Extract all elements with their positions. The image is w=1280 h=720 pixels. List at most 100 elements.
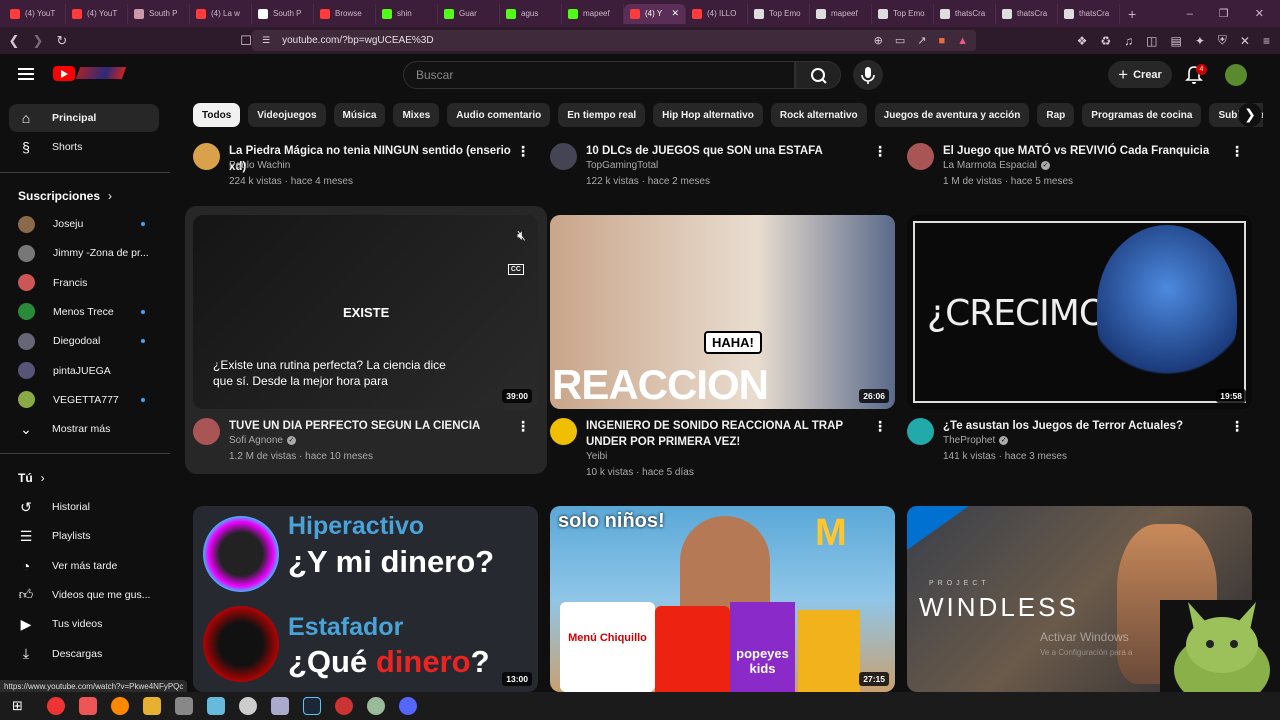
browser-tab[interactable]: (4) YouT: [66, 3, 128, 24]
taskbar-app-icon[interactable]: [206, 697, 225, 715]
filter-chip[interactable]: Videojuegos: [248, 103, 326, 127]
browser-tab[interactable]: thatsCra: [1058, 3, 1120, 24]
channel-name[interactable]: TopGamingTotal: [586, 160, 658, 171]
filter-chip[interactable]: Programas de cocina: [1082, 103, 1202, 127]
media-icon[interactable]: ♫: [1124, 34, 1133, 48]
video-title[interactable]: ¿Te asustan los Juegos de Terror Actuale…: [943, 418, 1233, 434]
minimize-icon[interactable]: –: [1187, 8, 1193, 20]
filter-chip[interactable]: En tiempo real: [558, 103, 646, 127]
channel-avatar[interactable]: [550, 143, 577, 170]
video-card[interactable]: HAHA! REACCION 26:06: [550, 215, 895, 409]
browser-tab[interactable]: Top Emo: [748, 3, 810, 24]
sidebar-item-download[interactable]: ⤓ Descargas: [9, 640, 159, 668]
subscriptions-heading[interactable]: Suscripciones ›: [18, 189, 112, 203]
browser-tab[interactable]: mapeef: [562, 3, 624, 24]
browser-tab[interactable]: Guar: [438, 3, 500, 24]
cast-icon[interactable]: ▭: [895, 34, 905, 47]
video-thumbnail[interactable]: HAHA! REACCION 26:06: [550, 215, 895, 409]
taskbar-app-icon[interactable]: [174, 697, 193, 715]
subscription-item[interactable]: Menos Trece: [9, 298, 159, 326]
search-button[interactable]: [795, 61, 841, 89]
url-text[interactable]: youtube.com/?bp=wgUCEAE%3D: [282, 35, 433, 46]
more-options-icon[interactable]: ⋮: [1230, 143, 1244, 160]
search-input[interactable]: [416, 68, 794, 82]
channel-name[interactable]: La Marmota Espacial: [943, 160, 1037, 171]
account-avatar[interactable]: [1225, 64, 1247, 86]
filter-chip[interactable]: Mixes: [393, 103, 440, 127]
create-button[interactable]: + Crear: [1108, 61, 1172, 88]
rewards-icon[interactable]: ▲: [957, 35, 968, 47]
browser-tab[interactable]: (4) La w: [190, 3, 252, 24]
sidebar-item-playlists[interactable]: ☰ Playlists: [9, 522, 159, 550]
filter-chip[interactable]: Rock alternativo: [770, 103, 867, 127]
video-title[interactable]: 10 DLCs de JUEGOS que SON una ESTAFA: [586, 143, 876, 159]
filter-chip[interactable]: Juegos de aventura y acción: [874, 103, 1030, 127]
browser-tab[interactable]: Browse: [314, 3, 376, 24]
subscription-item[interactable]: pintaJUEGA: [9, 357, 159, 385]
channel-avatar[interactable]: [550, 418, 577, 445]
browser-tab[interactable]: South P: [252, 3, 314, 24]
reload-icon[interactable]: ↻: [52, 33, 72, 49]
taskbar-app-icon[interactable]: [142, 697, 161, 715]
sidebar-item-thumbs-up[interactable]: 👍︎ Videos que me gus...: [9, 581, 159, 609]
browser-tab[interactable]: Top Emo: [872, 3, 934, 24]
you-heading[interactable]: Tú ›: [18, 471, 45, 485]
browser-tab[interactable]: South P: [128, 3, 190, 24]
video-thumbnail[interactable]: solo niños! M Menú Chiquillo popeyes kids 27…: [550, 506, 895, 692]
sidebar-item-play[interactable]: ▶ Tus videos: [9, 610, 159, 638]
vpn-icon[interactable]: ⛨: [1218, 33, 1227, 48]
subscription-item[interactable]: Jimmy -Zona de pr...: [9, 239, 159, 267]
browser-tab[interactable]: thatsCra: [934, 3, 996, 24]
filter-chip[interactable]: Hip Hop alternativo: [653, 103, 763, 127]
browser-tab[interactable]: (4) Y ✕: [624, 3, 686, 24]
sidebar-item-history[interactable]: ↺ Historial: [9, 493, 159, 521]
sidebar-item-shorts[interactable]: § Shorts: [9, 133, 159, 161]
more-options-icon[interactable]: ⋮: [873, 418, 887, 435]
subscription-item[interactable]: Francis: [9, 269, 159, 297]
tab-close-icon[interactable]: ✕: [671, 8, 679, 19]
filter-chip[interactable]: Audio comentario: [447, 103, 551, 127]
video-title[interactable]: INGENIERO DE SONIDO REACCIONA AL TRAP UN…: [586, 418, 876, 450]
taskbar-app-icon[interactable]: [334, 697, 353, 715]
forward-icon[interactable]: ❯: [28, 33, 48, 49]
taskbar-app-icon[interactable]: [270, 697, 289, 715]
windows-start-icon[interactable]: ⊞: [12, 698, 23, 714]
sidebar-icon[interactable]: ◫: [1146, 34, 1157, 48]
new-tab-icon[interactable]: +: [1128, 6, 1136, 22]
taskbar-app-icon[interactable]: [398, 697, 417, 715]
voice-search-button[interactable]: [853, 60, 883, 90]
browser-tab[interactable]: thatsCra: [996, 3, 1058, 24]
leo-icon[interactable]: ✦: [1195, 34, 1205, 48]
more-options-icon[interactable]: ⋮: [516, 418, 530, 435]
youtube-logo[interactable]: [53, 66, 75, 81]
browser-tab[interactable]: mapeef: [810, 3, 872, 24]
channel-name[interactable]: Paulo Wachin: [229, 160, 290, 171]
browser-tab[interactable]: (4) YouT: [4, 3, 66, 24]
show-more-button[interactable]: ⌄ Mostrar más: [9, 415, 159, 443]
filter-chip[interactable]: Música: [333, 103, 386, 127]
video-card[interactable]: EXISTE 🔇︎ CC ¿Existe una rutina perfecta? L…: [193, 215, 538, 409]
search-box[interactable]: [403, 61, 795, 89]
taskbar-app-icon[interactable]: [302, 697, 321, 715]
close-window-icon[interactable]: ✕: [1255, 7, 1264, 20]
video-title[interactable]: El Juego que MATÓ vs REVIVIÓ Cada Franqu…: [943, 143, 1233, 159]
filter-chip[interactable]: Rap: [1037, 103, 1075, 127]
subscription-item[interactable]: Joseju: [9, 210, 159, 238]
subscription-item[interactable]: VEGETTA777: [9, 386, 159, 414]
taskbar-app-icon[interactable]: [238, 697, 257, 715]
puzzle-icon[interactable]: ♻: [1100, 34, 1111, 48]
close-tools-icon[interactable]: ✕: [1240, 34, 1250, 48]
sidebar-item-principal[interactable]: ⌂ Principal: [9, 104, 159, 132]
filter-chip[interactable]: Todos: [193, 103, 241, 127]
share-icon[interactable]: ↗: [917, 34, 926, 47]
browser-tab[interactable]: (4) ILLO: [686, 3, 748, 24]
channel-avatar[interactable]: [193, 143, 220, 170]
more-options-icon[interactable]: ⋮: [873, 143, 887, 160]
channel-avatar[interactable]: [193, 418, 220, 445]
browser-tab[interactable]: shin: [376, 3, 438, 24]
site-info-icon[interactable]: ☰: [262, 35, 270, 46]
channel-avatar[interactable]: [907, 143, 934, 170]
address-bar[interactable]: ☰ youtube.com/?bp=wgUCEAE%3D ⊕ ▭ ↗ ■ ▲: [252, 30, 976, 51]
channel-name[interactable]: TheProphet: [943, 435, 995, 446]
video-thumbnail[interactable]: ¿CRECIMOS? 19:58: [907, 215, 1252, 409]
